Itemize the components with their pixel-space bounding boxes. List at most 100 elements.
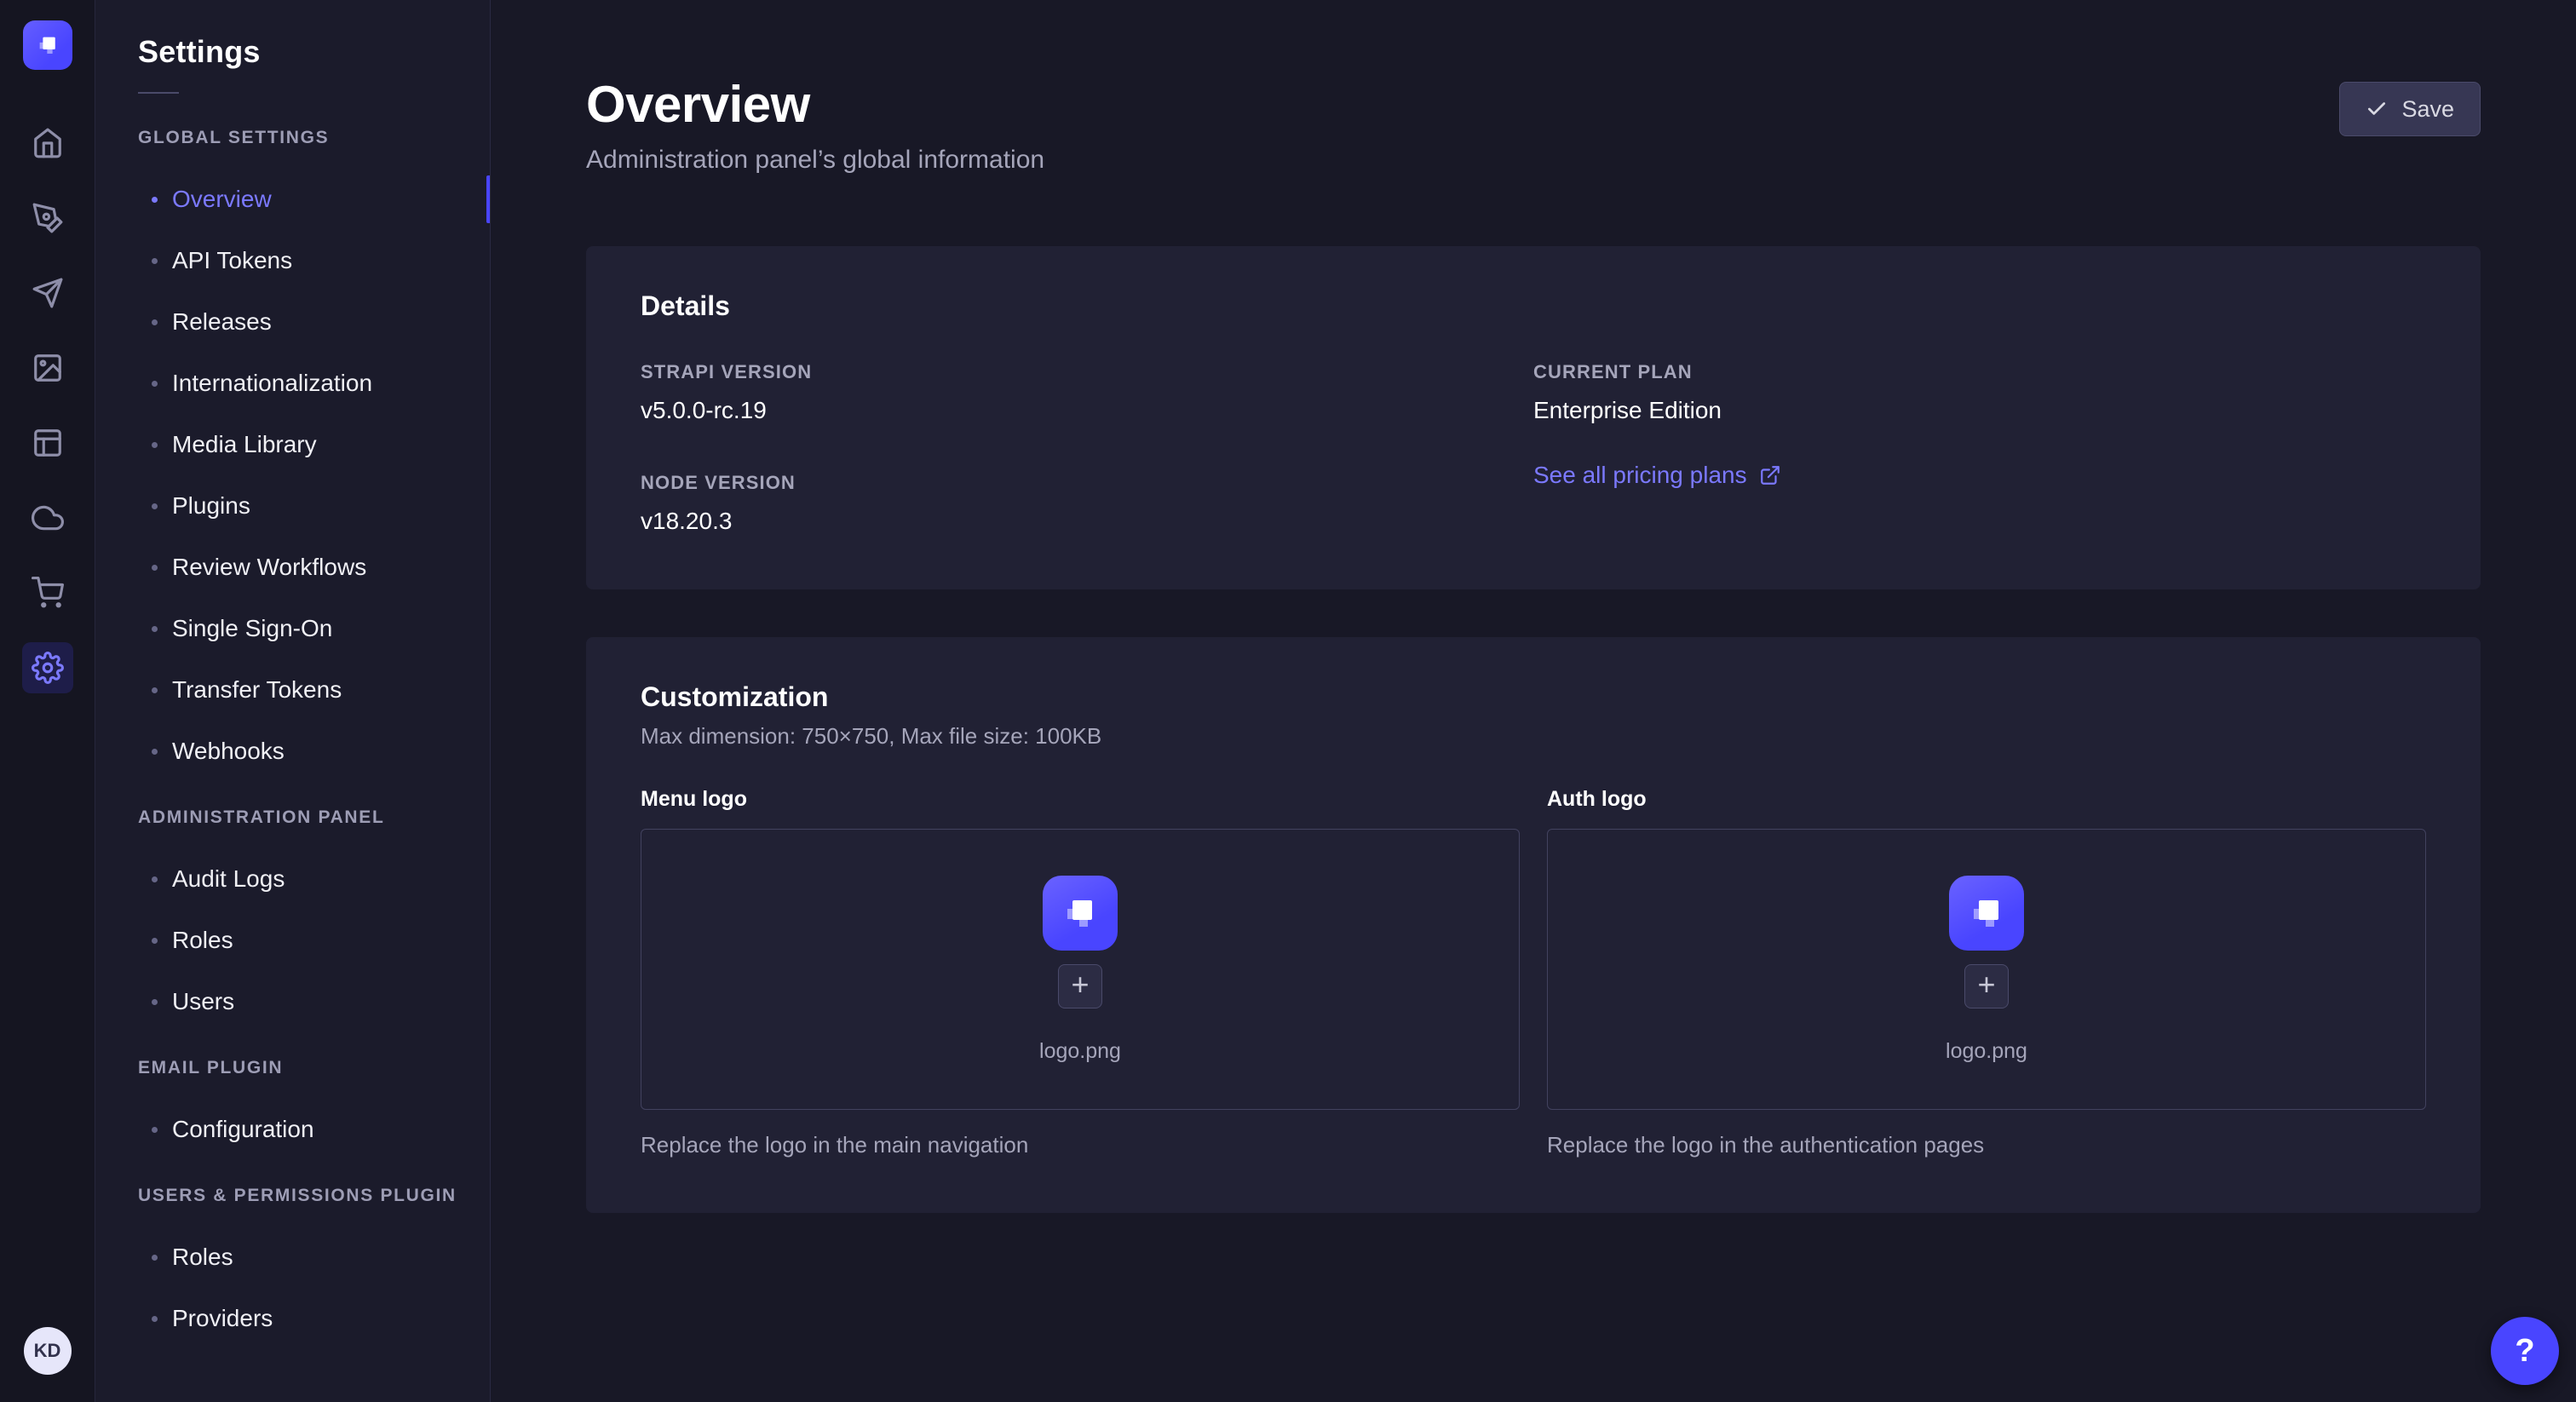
marketplace-icon[interactable] [22, 567, 73, 618]
node-version-field: NODE VERSION v18.20.3 [641, 472, 1533, 535]
sidebar-item-label: Plugins [172, 492, 250, 520]
bullet-icon [152, 1316, 158, 1322]
section-users-permissions-plugin: USERS & PERMISSIONS PLUGIN [95, 1165, 490, 1227]
sidebar-item-overview[interactable]: Overview [95, 169, 490, 230]
sidebar-item-up-providers[interactable]: Providers [95, 1288, 490, 1349]
current-plan-label: CURRENT PLAN [1533, 361, 2426, 383]
menu-logo-dropzone[interactable]: + logo.png [641, 829, 1520, 1110]
menu-logo-preview [1043, 876, 1118, 951]
bullet-icon [152, 876, 158, 882]
strapi-logo[interactable] [23, 20, 72, 70]
sidebar-item-single-sign-on[interactable]: Single Sign-On [95, 598, 490, 659]
sidebar-item-api-tokens[interactable]: API Tokens [95, 230, 490, 291]
section-email-plugin: EMAIL PLUGIN [95, 1037, 490, 1099]
content-type-builder-icon[interactable] [22, 417, 73, 468]
sidebar-item-label: Providers [172, 1305, 273, 1332]
sidebar-item-internationalization[interactable]: Internationalization [95, 353, 490, 414]
sidebar-item-label: Overview [172, 186, 272, 213]
bullet-icon [152, 442, 158, 448]
details-card: Details STRAPI VERSION v5.0.0-rc.19 CURR… [586, 246, 2481, 589]
settings-icon[interactable] [22, 642, 73, 693]
auth-logo-upload: Auth logo + logo.png Replace the logo in… [1547, 787, 2426, 1158]
customization-card: Customization Max dimension: 750×750, Ma… [586, 637, 2481, 1213]
external-link-icon [1759, 464, 1781, 486]
releases-icon[interactable] [22, 267, 73, 319]
sidebar-item-label: Single Sign-On [172, 615, 332, 642]
help-button[interactable]: ? [2491, 1317, 2559, 1385]
sidebar-item-email-configuration[interactable]: Configuration [95, 1099, 490, 1160]
menu-logo-add-button[interactable]: + [1058, 964, 1102, 1008]
check-icon [2366, 98, 2388, 120]
sidebar-item-releases[interactable]: Releases [95, 291, 490, 353]
bullet-icon [152, 258, 158, 264]
sidebar-item-label: Audit Logs [172, 865, 285, 893]
strapi-mark-icon [1966, 893, 2007, 934]
customization-title: Customization [641, 681, 2426, 713]
bullet-icon [152, 687, 158, 693]
sidebar-item-plugins[interactable]: Plugins [95, 475, 490, 537]
sidebar-item-admin-roles[interactable]: Roles [95, 910, 490, 971]
menu-logo-label: Menu logo [641, 787, 1520, 812]
bullet-icon [152, 626, 158, 632]
node-version-label: NODE VERSION [641, 472, 1533, 494]
media-library-icon[interactable] [22, 342, 73, 394]
auth-logo-preview [1949, 876, 2024, 951]
auth-logo-filename: logo.png [1946, 1039, 2027, 1064]
auth-logo-hint: Replace the logo in the authentication p… [1547, 1132, 2426, 1158]
sidebar-item-transfer-tokens[interactable]: Transfer Tokens [95, 659, 490, 721]
auth-logo-label: Auth logo [1547, 787, 2426, 812]
customization-subtitle: Max dimension: 750×750, Max file size: 1… [641, 723, 2426, 750]
details-grid: STRAPI VERSION v5.0.0-rc.19 CURRENT PLAN… [641, 361, 2426, 535]
strapi-mark-icon [1060, 893, 1101, 934]
bullet-icon [152, 503, 158, 509]
bullet-icon [152, 381, 158, 387]
sidebar-item-label: Roles [172, 927, 233, 954]
auth-logo-dropzone[interactable]: + logo.png [1547, 829, 2426, 1110]
bullet-icon [152, 319, 158, 325]
strapi-version-value: v5.0.0-rc.19 [641, 397, 767, 423]
save-button-label: Save [2401, 96, 2454, 123]
home-icon[interactable] [22, 118, 73, 169]
current-plan-field: CURRENT PLAN Enterprise Edition See all … [1533, 361, 2426, 535]
sidebar-item-label: Releases [172, 308, 272, 336]
main-content: Overview Administration panel’s global i… [491, 0, 2576, 1402]
strapi-mark-icon [35, 32, 60, 58]
bullet-icon [152, 1255, 158, 1261]
bullet-icon [152, 1127, 158, 1133]
avatar[interactable]: KD [24, 1327, 72, 1375]
sidebar-item-audit-logs[interactable]: Audit Logs [95, 848, 490, 910]
pricing-plans-link[interactable]: See all pricing plans [1533, 462, 1781, 489]
section-administration-panel: ADMINISTRATION PANEL [95, 787, 490, 848]
sidebar-item-label: Media Library [172, 431, 317, 458]
sidebar-title: Settings [95, 34, 490, 70]
sidebar-item-label: Users [172, 988, 234, 1015]
page-header: Overview Administration panel’s global i… [586, 75, 2481, 175]
bullet-icon [152, 999, 158, 1005]
node-version-value: v18.20.3 [641, 508, 732, 534]
menu-logo-hint: Replace the logo in the main navigation [641, 1132, 1520, 1158]
title-divider [138, 92, 179, 94]
strapi-version-label: STRAPI VERSION [641, 361, 1533, 383]
bullet-icon [152, 197, 158, 203]
main-nav-rail: KD [0, 0, 95, 1402]
sidebar-item-label: Webhooks [172, 738, 285, 765]
sidebar-item-admin-users[interactable]: Users [95, 971, 490, 1032]
sidebar-item-label: Internationalization [172, 370, 372, 397]
menu-logo-upload: Menu logo + logo.png Replace the logo in… [641, 787, 1520, 1158]
strapi-version-field: STRAPI VERSION v5.0.0-rc.19 [641, 361, 1533, 424]
sidebar-item-label: Transfer Tokens [172, 676, 342, 704]
content-manager-icon[interactable] [22, 192, 73, 244]
sidebar-item-webhooks[interactable]: Webhooks [95, 721, 490, 782]
sidebar-item-label: Roles [172, 1244, 233, 1271]
sidebar-item-up-roles[interactable]: Roles [95, 1227, 490, 1288]
save-button[interactable]: Save [2339, 82, 2481, 136]
rail-nav [22, 118, 73, 693]
bullet-icon [152, 938, 158, 944]
page-title: Overview [586, 75, 1044, 134]
deploy-cloud-icon[interactable] [22, 492, 73, 543]
auth-logo-add-button[interactable]: + [1964, 964, 2009, 1008]
sidebar-item-media-library[interactable]: Media Library [95, 414, 490, 475]
sidebar-item-review-workflows[interactable]: Review Workflows [95, 537, 490, 598]
pricing-plans-link-label: See all pricing plans [1533, 462, 1747, 489]
settings-sidebar: Settings GLOBAL SETTINGS Overview API To… [95, 0, 491, 1402]
